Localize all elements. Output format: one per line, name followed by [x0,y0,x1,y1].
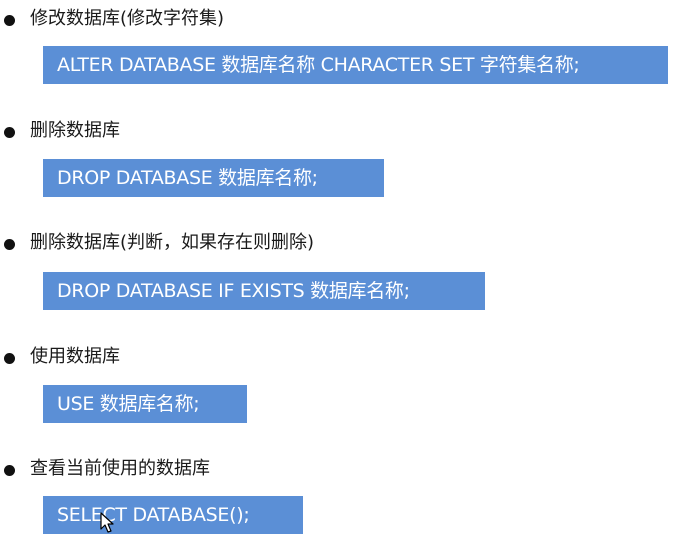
mouse-pointer-icon [100,512,114,533]
code-block-use-database: USE 数据库名称; [43,385,247,423]
bullet-dot-icon [4,239,15,250]
item-heading: 修改数据库(修改字符集) [30,8,225,29]
bullet-dot-icon [4,465,15,476]
bullet-dot-icon [4,353,15,364]
code-block-alter-database: ALTER DATABASE 数据库名称 CHARACTER SET 字符集名称… [43,46,668,84]
code-block-select-database: SELECT DATABASE(); [43,496,303,534]
item-heading: 删除数据库 [30,120,120,141]
item-heading: 删除数据库(判断，如果存在则删除) [30,232,315,253]
item-heading: 查看当前使用的数据库 [30,458,210,479]
item-heading: 使用数据库 [30,346,120,367]
code-block-drop-database: DROP DATABASE 数据库名称; [43,159,384,197]
bullet-dot-icon [4,15,15,26]
bullet-dot-icon [4,127,15,138]
code-block-drop-database-if-exists: DROP DATABASE IF EXISTS 数据库名称; [43,272,485,310]
